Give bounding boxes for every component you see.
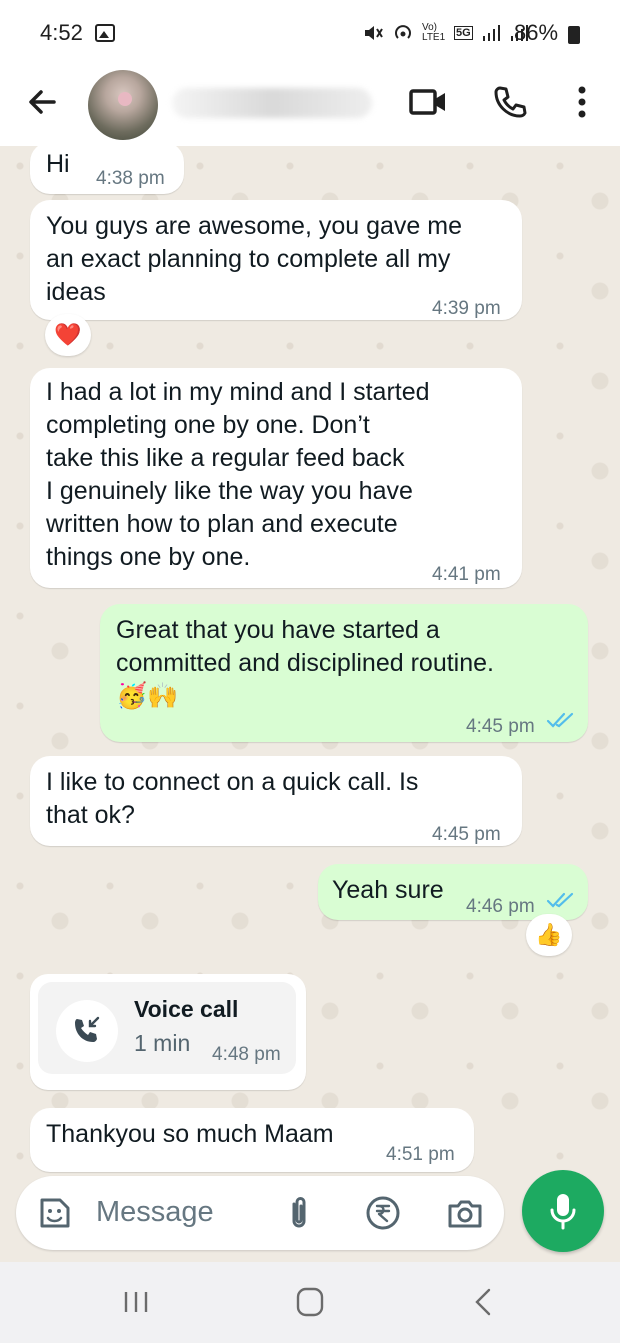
message-incoming[interactable]: You guys are awesome, you gave me an exa… bbox=[30, 200, 522, 320]
call-title: Voice call bbox=[134, 996, 239, 1022]
video-camera-icon[interactable] bbox=[406, 80, 450, 124]
reaction-heart[interactable]: ❤️ bbox=[45, 314, 91, 356]
message-incoming[interactable]: Hi 4:38 pm bbox=[30, 146, 184, 194]
hotspot-icon bbox=[395, 25, 411, 39]
back-arrow-icon[interactable] bbox=[22, 82, 62, 122]
message-time: 4:51 pm bbox=[386, 1144, 455, 1165]
recent-apps-icon[interactable] bbox=[116, 1284, 156, 1320]
message-input-bar: Message bbox=[16, 1176, 504, 1250]
message-time: 4:46 pm bbox=[466, 896, 535, 917]
more-vert-icon[interactable] bbox=[560, 80, 604, 124]
status-bar: 4:52 Vo) LTE1 5G 86% bbox=[0, 0, 620, 66]
contact-avatar[interactable] bbox=[88, 70, 158, 140]
message-incoming[interactable]: Thankyou so much Maam 4:51 pm bbox=[30, 1108, 474, 1172]
message-time: 4:45 pm bbox=[466, 716, 535, 737]
message-text: Hi bbox=[46, 150, 70, 178]
system-nav-bar bbox=[0, 1262, 620, 1343]
missed-call-icon-wrap bbox=[56, 1000, 118, 1062]
network-label: 5G bbox=[454, 26, 473, 40]
battery-icon bbox=[568, 26, 580, 44]
chat-header bbox=[0, 66, 620, 146]
home-icon[interactable] bbox=[290, 1284, 330, 1320]
flower-icon bbox=[118, 92, 132, 106]
gallery-notification-icon bbox=[95, 24, 115, 42]
message-text: I had a lot in my mind and I started com… bbox=[46, 378, 430, 571]
phone-icon[interactable] bbox=[488, 80, 532, 124]
message-outgoing[interactable]: Yeah sure 4:46 pm bbox=[318, 864, 588, 920]
reaction-thumbs-up[interactable]: 👍 bbox=[526, 914, 572, 956]
attach-icon[interactable] bbox=[280, 1194, 318, 1232]
mic-icon bbox=[550, 1194, 576, 1230]
message-input[interactable]: Message bbox=[96, 1196, 214, 1229]
message-time: 4:41 pm bbox=[432, 564, 501, 585]
chat-area[interactable]: Hi 4:38 pm You guys are awesome, you gav… bbox=[0, 146, 620, 1176]
message-text: I like to connect on a quick call. Is th… bbox=[46, 768, 419, 829]
message-time: 4:39 pm bbox=[432, 298, 501, 319]
read-receipt-icon bbox=[546, 712, 574, 728]
message-text: You guys are awesome, you gave me an exa… bbox=[46, 212, 462, 306]
status-time: 4:52 bbox=[40, 20, 83, 45]
voice-call-message[interactable]: Voice call 1 min 4:48 pm bbox=[30, 974, 306, 1090]
camera-icon[interactable] bbox=[446, 1194, 484, 1232]
read-receipt-icon bbox=[546, 892, 574, 908]
status-icons: Vo) LTE1 5G bbox=[362, 22, 529, 44]
call-duration: 1 min bbox=[134, 1030, 191, 1056]
message-time: 4:38 pm bbox=[96, 168, 165, 189]
message-time: 4:45 pm bbox=[432, 824, 501, 845]
message-incoming[interactable]: I like to connect on a quick call. Is th… bbox=[30, 756, 522, 846]
incoming-call-icon bbox=[75, 1016, 100, 1042]
message-time: 4:48 pm bbox=[212, 1044, 281, 1065]
message-text: Great that you have started a committed … bbox=[116, 616, 494, 710]
message-incoming[interactable]: I had a lot in my mind and I started com… bbox=[30, 368, 522, 588]
sticker-icon[interactable] bbox=[36, 1194, 74, 1232]
back-nav-icon[interactable] bbox=[464, 1284, 504, 1320]
mute-icon bbox=[365, 26, 383, 40]
message-text: Yeah sure bbox=[332, 876, 444, 904]
battery-percent: 86% bbox=[514, 20, 559, 45]
contact-name[interactable] bbox=[172, 88, 372, 118]
rupee-payment-icon[interactable] bbox=[364, 1194, 402, 1232]
signal-icon bbox=[482, 25, 500, 41]
message-outgoing[interactable]: Great that you have started a committed … bbox=[100, 604, 588, 742]
mic-button[interactable] bbox=[522, 1170, 604, 1252]
message-text: Thankyou so much Maam bbox=[46, 1120, 334, 1148]
volte-label: Vo) LTE1 bbox=[422, 22, 446, 43]
